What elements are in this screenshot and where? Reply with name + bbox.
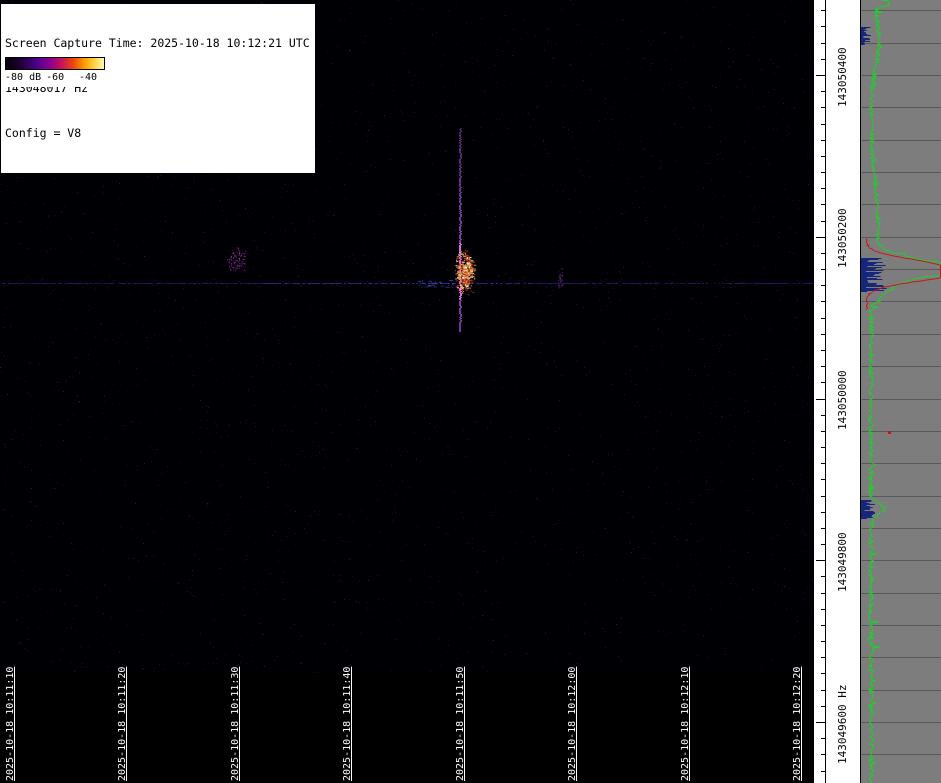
freq-tick-minor: [821, 512, 825, 513]
freq-tick-minor: [821, 690, 825, 691]
freq-tick-major: [816, 75, 825, 76]
frequency-axis-line: [825, 0, 826, 783]
freq-tick-minor: [821, 576, 825, 577]
colorbar-label-mid: -60: [46, 72, 64, 83]
freq-tick-minor: [821, 609, 825, 610]
freq-tick-minor: [821, 593, 825, 594]
freq-tick-label: 143050200: [836, 204, 849, 268]
freq-tick-minor: [821, 771, 825, 772]
freq-tick-minor: [821, 107, 825, 108]
freq-tick-minor: [821, 625, 825, 626]
freq-tick-minor: [821, 318, 825, 319]
freq-tick-minor: [821, 188, 825, 189]
time-tick-label: 2025-10-18 10:12:20: [791, 665, 804, 781]
freq-tick-minor: [821, 479, 825, 480]
freq-tick-minor: [821, 447, 825, 448]
spectrum-app-screen: 2025-10-18 10:11:10 2025-10-18 10:11:20 20…: [0, 0, 941, 783]
freq-tick-minor: [821, 738, 825, 739]
time-tick-label: 2025-10-18 10:12:00: [566, 665, 579, 781]
freq-tick-major: [816, 722, 825, 723]
freq-tick-minor: [821, 415, 825, 416]
capture-info-box: Screen Capture Time: 2025-10-18 10:12:21…: [1, 4, 315, 173]
freq-tick-minor: [821, 10, 825, 11]
freq-tick-minor: [821, 334, 825, 335]
freq-tick-minor: [821, 463, 825, 464]
freq-tick-major: [816, 399, 825, 400]
time-tick-label: 2025-10-18 10:11:20: [116, 665, 129, 781]
freq-tick-minor: [821, 496, 825, 497]
freq-tick-minor: [821, 140, 825, 141]
freq-tick-minor: [821, 657, 825, 658]
time-tick-label: 2025-10-18 10:11:30: [229, 665, 242, 781]
freq-tick-minor: [821, 528, 825, 529]
capture-time-text: Screen Capture Time: 2025-10-18 10:12:21…: [5, 36, 310, 51]
colorbar-labels: -80 dB -60 -40: [5, 72, 105, 83]
freq-tick-minor: [821, 124, 825, 125]
freq-tick-minor: [821, 544, 825, 545]
freq-tick-minor: [821, 91, 825, 92]
freq-tick-minor: [821, 431, 825, 432]
freq-tick-minor: [821, 706, 825, 707]
freq-tick-label: 143049600 Hz: [836, 680, 849, 764]
intensity-colorbar: -80 dB -60 -40: [2, 55, 108, 87]
freq-tick-minor: [821, 43, 825, 44]
colorbar-label-min: -80 dB: [5, 72, 41, 83]
freq-tick-minor: [821, 350, 825, 351]
freq-tick-minor: [821, 301, 825, 302]
time-tick-label: 2025-10-18 10:11:10: [4, 665, 17, 781]
freq-tick-minor: [821, 754, 825, 755]
freq-tick-minor: [821, 221, 825, 222]
colorbar-label-max: -40: [79, 72, 97, 83]
freq-tick-minor: [821, 59, 825, 60]
freq-tick-minor: [821, 673, 825, 674]
colorbar-gradient: [5, 57, 105, 70]
freq-tick-minor: [821, 172, 825, 173]
freq-tick-minor: [821, 204, 825, 205]
freq-tick-minor: [821, 253, 825, 254]
freq-tick-minor: [821, 26, 825, 27]
freq-tick-major: [816, 237, 825, 238]
frequency-axis-ruler: 143050400 143050200 143050000 143049800 1430…: [814, 0, 860, 783]
freq-tick-minor: [821, 285, 825, 286]
time-tick-label: 2025-10-18 10:11:40: [341, 665, 354, 781]
live-spectrum-panel-canvas: [861, 0, 941, 783]
freq-tick-label: 143049800: [836, 528, 849, 592]
freq-tick-minor: [821, 382, 825, 383]
freq-tick-major: [816, 560, 825, 561]
config-text: Config = V8: [5, 126, 310, 141]
freq-tick-minor: [821, 269, 825, 270]
freq-tick-minor: [821, 156, 825, 157]
freq-tick-minor: [821, 366, 825, 367]
time-tick-label: 2025-10-18 10:11:50: [454, 665, 467, 781]
time-tick-label: 2025-10-18 10:12:10: [679, 665, 692, 781]
freq-tick-label: 143050000: [836, 366, 849, 430]
freq-tick-minor: [821, 641, 825, 642]
freq-tick-label: 143050400: [836, 43, 849, 107]
